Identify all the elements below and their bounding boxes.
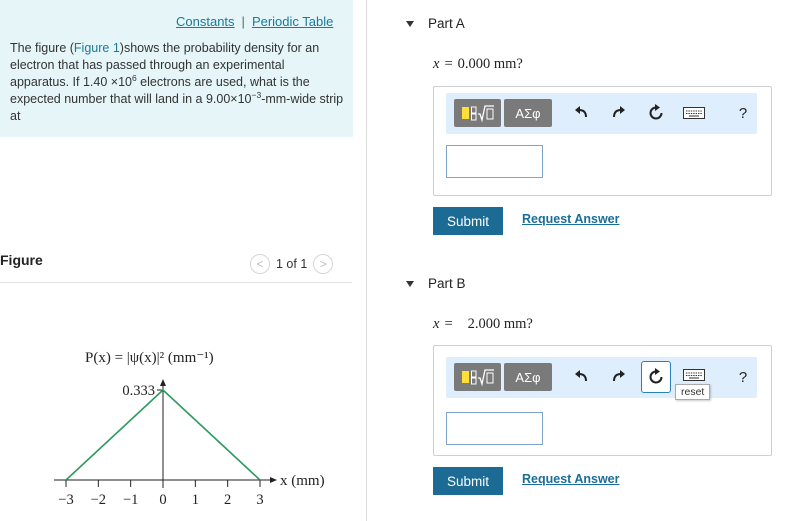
pager-text: 1 of 1 <box>276 257 308 271</box>
undo-icon[interactable] <box>572 367 590 387</box>
templates-button[interactable] <box>454 99 501 127</box>
position-value: 0.000 mm? <box>457 56 523 72</box>
redo-icon[interactable] <box>610 367 628 387</box>
templates-icon <box>461 369 494 387</box>
x-tick-label: −1 <box>123 492 138 508</box>
figure-pager: < 1 of 1 > <box>250 254 334 274</box>
constants-link[interactable]: Constants <box>176 14 235 29</box>
part-a-request-answer-link[interactable]: Request Answer <box>522 212 619 226</box>
problem-statement-box: Constants | Periodic Table The figure (Fig… <box>0 0 353 137</box>
part-b-request-answer-link[interactable]: Request Answer <box>522 472 619 486</box>
redo-icon[interactable] <box>610 103 628 123</box>
part-b-label: Part B <box>428 276 466 291</box>
next-figure-button[interactable]: > <box>313 254 334 274</box>
x-tick-label: 3 <box>256 492 263 508</box>
templates-button[interactable] <box>454 363 501 391</box>
figure-heading: Figure <box>0 252 43 268</box>
collapse-triangle-icon[interactable] <box>406 20 414 27</box>
problem-text: The figure (Figure 1)shows the probabili… <box>10 40 344 125</box>
x-axis-arrow <box>270 477 277 483</box>
keyboard-icon[interactable] <box>682 103 706 123</box>
collapse-triangle-icon[interactable] <box>406 280 414 287</box>
y-axis-arrow <box>160 379 166 386</box>
graph-title: P(x) = |ψ(x)|² (mm⁻¹) <box>85 350 214 366</box>
part-a-header[interactable]: Part A <box>406 16 465 31</box>
x-tick-label: −2 <box>91 492 106 508</box>
left-panel: Constants | Periodic Table The figure (Fig… <box>0 0 366 521</box>
prev-figure-button[interactable]: < <box>250 254 270 274</box>
greek-symbols-button[interactable]: ΑΣφ <box>504 99 552 127</box>
problem-text-part: The figure ( <box>10 41 74 55</box>
part-b-answer-input[interactable] <box>446 412 543 445</box>
help-icon[interactable]: ? <box>736 367 750 387</box>
figure-link[interactable]: Figure 1 <box>74 41 120 55</box>
x-axis-label: x (mm) <box>280 473 325 489</box>
math-toolbar: ΑΣφ ? <box>446 93 757 134</box>
part-a-label: Part A <box>428 16 465 31</box>
exponent: −3 <box>251 90 262 100</box>
variable: x <box>433 56 440 72</box>
x-tick-label: 1 <box>192 492 199 508</box>
figure-divider <box>0 282 352 283</box>
position-value: 2.000 mm? <box>467 316 533 332</box>
probability-density-graph: P(x) = |ψ(x)|² (mm⁻¹) 0.333 −3 −2 −1 0 1 2 3 x… <box>40 340 360 520</box>
x-tick-label: −3 <box>58 492 73 508</box>
greek-symbols-button[interactable]: ΑΣφ <box>504 363 552 391</box>
x-tick-label: 0 <box>159 492 166 508</box>
link-separator: | <box>241 14 245 29</box>
part-a-submit-button[interactable]: Submit <box>433 207 503 235</box>
part-a-question: x = 0.000 mm? <box>433 56 523 73</box>
equals-sign: = <box>444 56 453 72</box>
help-icon[interactable]: ? <box>736 103 750 123</box>
part-a-answer-box: ΑΣφ ? <box>433 86 772 196</box>
y-tick-label: 0.333 <box>122 383 155 399</box>
reset-tooltip: reset <box>675 384 711 400</box>
keyboard-icon[interactable] <box>682 365 706 385</box>
variable: x <box>433 316 440 332</box>
periodic-table-link[interactable]: Periodic Table <box>252 14 333 29</box>
part-b-header[interactable]: Part B <box>406 276 466 291</box>
resource-links: Constants | Periodic Table <box>176 14 333 29</box>
undo-icon[interactable] <box>572 103 590 123</box>
x-tick-label: 2 <box>224 492 231 508</box>
graph-svg: 0.333 −3 −2 −1 0 1 2 3 x (mm) <box>54 379 325 508</box>
math-toolbar: ΑΣφ ? <box>446 357 757 398</box>
part-b-answer-box: ΑΣφ ? <box>433 345 772 456</box>
reset-icon[interactable] <box>641 361 671 393</box>
part-b-submit-button[interactable]: Submit <box>433 467 503 495</box>
reset-icon[interactable] <box>646 103 666 123</box>
part-a-answer-input[interactable] <box>446 145 543 178</box>
x-tick-group: −3 −2 −1 0 1 2 3 <box>58 480 264 508</box>
part-b-question: x = 2.000 mm? <box>433 316 533 333</box>
equals-sign: = <box>444 316 453 332</box>
templates-icon <box>461 105 494 123</box>
column-divider <box>366 0 367 521</box>
